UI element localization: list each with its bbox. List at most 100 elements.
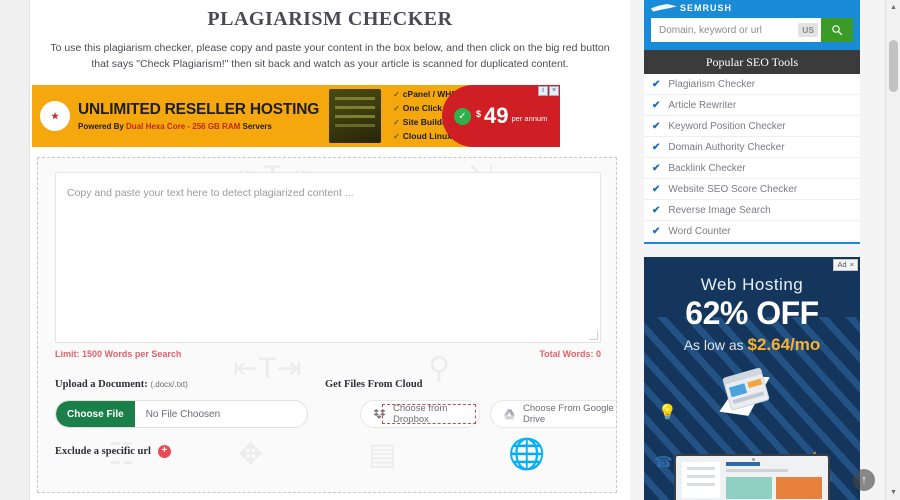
seo-tools-list: ✔ Plagiarism Checker ✔ Article Rewriter ✔ K…: [644, 74, 860, 244]
sidebar-item-plagiarism-checker[interactable]: ✔ Plagiarism Checker: [644, 74, 860, 95]
hosting-ad-line3-prefix: As low as: [683, 336, 748, 353]
laptop-card: [726, 477, 772, 499]
textarea-resize-handle[interactable]: [589, 331, 598, 340]
sidebar-item-keyword-position-checker[interactable]: ✔ Keyword Position Checker: [644, 116, 860, 137]
banner-brand-logo-icon: ★: [40, 101, 70, 131]
lightbulb-icon: 💡: [658, 404, 677, 421]
page-description: To use this plagiarism checker, please c…: [50, 42, 610, 70]
sidebar-item-domain-authority-checker[interactable]: ✔ Domain Authority Checker: [644, 137, 860, 158]
semrush-country-selector[interactable]: US: [798, 23, 818, 37]
sidebar-item-website-seo-score-checker[interactable]: ✔ Website SEO Score Checker: [644, 179, 860, 200]
gdrive-button-label: Choose From Google Drive: [523, 403, 614, 425]
check-icon: ✔: [652, 183, 661, 195]
server-rack-icon: [329, 89, 382, 143]
check-icon: ✔: [652, 120, 661, 132]
check-icon: ✔: [652, 78, 661, 90]
tool-label: Word Counter: [668, 226, 731, 237]
dropbox-icon: [373, 408, 386, 419]
check-icon: ✓: [393, 118, 400, 127]
watermark-globe-icon: 🌐: [508, 438, 546, 471]
sidebar-item-reverse-image-search[interactable]: ✔ Reverse Image Search: [644, 200, 860, 221]
window-block: [728, 383, 748, 398]
semrush-search-button[interactable]: [821, 18, 853, 42]
choose-from-dropbox-button[interactable]: Choose from Dropbox: [360, 400, 480, 428]
check-icon: ✔: [652, 226, 661, 237]
check-icon: ✔: [652, 99, 661, 111]
banner-subline-prefix: Powered By: [78, 121, 127, 131]
plagiarism-text-input[interactable]: Copy and paste your text here to detect …: [55, 172, 601, 343]
laptop-illustration: [674, 454, 830, 500]
banner-ad-controls[interactable]: i ×: [538, 86, 559, 96]
page-left-gutter: [0, 0, 30, 500]
file-picker-row[interactable]: Choose File No File Choosen: [55, 400, 308, 428]
upload-label-hint: (.docx/.txt): [150, 380, 188, 389]
tool-label: Domain Authority Checker: [668, 141, 785, 153]
semrush-widget: SEMRUSH Domain, keyword or url US: [644, 0, 860, 50]
banner-subline-suffix: Servers: [240, 121, 272, 131]
tool-label: Keyword Position Checker: [668, 120, 786, 132]
tool-label: Backlink Checker: [668, 162, 746, 174]
scrollbar-down-arrow-icon[interactable]: ▼: [886, 485, 900, 500]
phone-icon: ☎: [654, 454, 673, 471]
search-icon: [832, 25, 843, 36]
laptop-bar: [726, 462, 760, 466]
laptop-card: [776, 477, 822, 499]
hosting-ad-line1: Web Hosting: [700, 275, 804, 294]
hosting-ad-line3: As low as $2.64/mo: [644, 335, 860, 355]
semrush-logo: SEMRUSH: [651, 2, 853, 14]
ad-close-icon[interactable]: ×: [549, 86, 559, 96]
check-icon: ✔: [652, 162, 661, 174]
sidebar-item-backlink-checker[interactable]: ✔ Backlink Checker: [644, 158, 860, 179]
tool-label: Plagiarism Checker: [668, 78, 756, 90]
right-sidebar: SEMRUSH Domain, keyword or url US Popula…: [644, 0, 860, 500]
laptop-cards: [726, 477, 822, 499]
choose-file-button[interactable]: Choose File: [56, 401, 135, 427]
top-banner-ad[interactable]: ★ UNLIMITED RESELLER HOSTING Powered By …: [32, 85, 560, 147]
laptop-sidebar: [682, 462, 720, 498]
scrollbar-up-arrow-icon[interactable]: ▲: [886, 0, 900, 15]
scroll-to-top-button[interactable]: ↑: [853, 469, 875, 491]
banner-body[interactable]: ★ UNLIMITED RESELLER HOSTING Powered By …: [32, 85, 560, 147]
ad-close-icon[interactable]: ×: [850, 260, 854, 270]
watermark-expand-icon: ✥: [238, 438, 264, 471]
add-excluded-url-icon[interactable]: +: [157, 445, 171, 458]
plagiarism-form-panel: ⇤T⇥ ⇲ ⇤T⇥ ⚲ ☷ ✥ ▤ 🌐 Copy and paste your …: [37, 157, 617, 493]
scrollbar-thumb[interactable]: [889, 40, 898, 92]
sidebar-item-word-counter[interactable]: ✔ Word Counter: [644, 221, 860, 242]
ad-info-icon[interactable]: i: [538, 86, 548, 96]
banner-currency: $: [476, 109, 482, 119]
semrush-search-input[interactable]: Domain, keyword or url: [651, 25, 798, 36]
page-root: PLAGIARISM CHECKER To use this plagiaris…: [0, 0, 900, 500]
hosting-ad-line2: 62% OFF: [685, 295, 819, 331]
window-block: [747, 378, 763, 389]
popular-seo-tools-heading: Popular SEO Tools: [644, 50, 860, 74]
tool-label: Reverse Image Search: [668, 204, 771, 216]
dropbox-button-label: Choose from Dropbox: [393, 403, 448, 425]
check-icon: ✔: [652, 141, 661, 153]
check-icon: ✓: [393, 131, 400, 141]
web-hosting-ad[interactable]: Ad × Web Hosting 62% OFF As low as $2.64…: [644, 257, 860, 500]
green-check-badge-icon: ✓: [454, 107, 471, 125]
tool-label: Article Rewriter: [668, 99, 737, 111]
banner-subline: Powered By Dual Hexa Core - 256 GB RAM S…: [78, 122, 319, 131]
semrush-search-row[interactable]: Domain, keyword or url US: [651, 18, 853, 42]
upload-label-text: Upload a Document:: [55, 379, 148, 390]
semrush-brand-text: SEMRUSH: [680, 3, 733, 13]
google-drive-icon: [504, 408, 515, 419]
word-limit-row: Limit: 1500 Words per Search Total Words…: [55, 349, 601, 359]
check-icon: ✓: [393, 90, 400, 100]
exclude-url-row[interactable]: Exclude a specific url +: [55, 445, 171, 458]
watermark-chart-icon: ▤: [368, 438, 397, 471]
banner-subline-highlight: Dual Hexa Core - 256 GB RAM: [126, 121, 241, 131]
hosting-ad-price: $2.64/mo: [747, 334, 821, 354]
cloud-files-label: Get Files From Cloud: [325, 379, 423, 390]
word-limit-note: Limit: 1500 Words per Search: [55, 349, 182, 359]
laptop-bar: [726, 469, 788, 472]
choose-from-google-drive-button[interactable]: Choose From Google Drive: [490, 400, 616, 428]
tool-label: Website SEO Score Checker: [668, 183, 798, 195]
sidebar-item-article-rewriter[interactable]: ✔ Article Rewriter: [644, 95, 860, 116]
check-icon: ✓: [393, 104, 400, 114]
browser-scrollbar[interactable]: ▲ ▼: [885, 0, 900, 500]
ad-label-badge[interactable]: Ad ×: [833, 259, 858, 271]
page-title: PLAGIARISM CHECKER: [207, 8, 453, 30]
